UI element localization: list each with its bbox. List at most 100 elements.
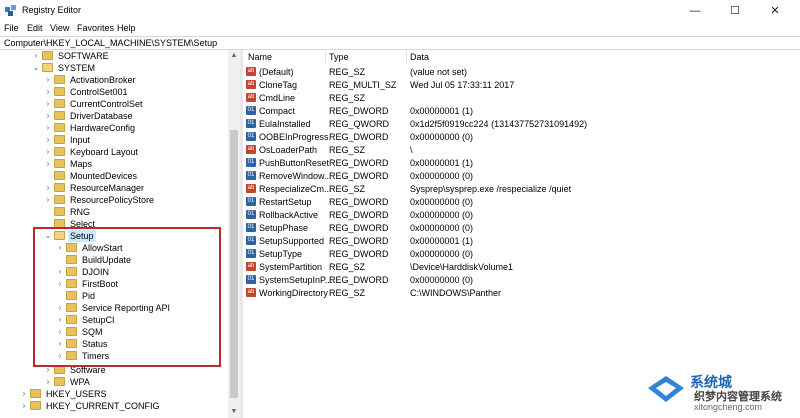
value-name: RollbackActive bbox=[259, 210, 319, 220]
string-value-icon: ab bbox=[246, 67, 256, 76]
watermark-logo-icon bbox=[648, 376, 684, 402]
value-data: 0x00000000 (0) bbox=[410, 171, 474, 181]
value-row[interactable]: 01 EulaInstalled REG_QWORD 0x1d2f5f0919cc22… bbox=[243, 118, 800, 130]
minimize-button[interactable]: — bbox=[675, 0, 715, 22]
scroll-thumb[interactable] bbox=[230, 130, 238, 398]
chevron-down-icon[interactable]: ⌄ bbox=[32, 62, 40, 74]
chevron-right-icon[interactable]: › bbox=[44, 146, 52, 158]
folder-icon bbox=[42, 51, 53, 60]
value-row[interactable]: 01 Compact REG_DWORD 0x00000001 (1) bbox=[243, 105, 800, 117]
value-type: REG_DWORD bbox=[329, 106, 389, 116]
value-row[interactable]: 01 RollbackActive REG_DWORD 0x00000000 (0) bbox=[243, 209, 800, 221]
folder-icon bbox=[54, 207, 65, 216]
maximize-button[interactable]: ☐ bbox=[715, 0, 755, 22]
binary-value-icon: 01 bbox=[246, 158, 256, 167]
value-type: REG_DWORD bbox=[329, 210, 389, 220]
value-row[interactable]: ab CmdLine REG_SZ bbox=[243, 92, 800, 104]
tree-item-label: SYSTEM bbox=[58, 63, 96, 73]
chevron-right-icon[interactable]: › bbox=[44, 182, 52, 194]
value-data: 0x00000000 (0) bbox=[410, 223, 474, 233]
folder-icon bbox=[54, 123, 65, 132]
chevron-right-icon[interactable]: › bbox=[44, 194, 52, 206]
close-button[interactable]: ✕ bbox=[755, 0, 795, 22]
chevron-right-icon[interactable]: › bbox=[44, 86, 52, 98]
value-name: RestartSetup bbox=[259, 197, 312, 207]
value-row[interactable]: 01 OOBEInProgress REG_DWORD 0x00000000 (0) bbox=[243, 131, 800, 143]
value-row[interactable]: ab (Default) REG_SZ (value not set) bbox=[243, 66, 800, 78]
binary-value-icon: 01 bbox=[246, 197, 256, 206]
value-type: REG_SZ bbox=[329, 184, 366, 194]
column-header-data[interactable]: Data bbox=[410, 52, 429, 62]
value-data: 0x00000001 (1) bbox=[410, 236, 474, 246]
chevron-right-icon[interactable]: › bbox=[20, 388, 28, 400]
tree-scrollbar[interactable]: ▲ ▼ bbox=[228, 50, 240, 418]
menu-file[interactable]: File bbox=[4, 23, 19, 33]
chevron-right-icon[interactable]: › bbox=[44, 98, 52, 110]
value-row[interactable]: 01 SetupPhase REG_DWORD 0x00000000 (0) bbox=[243, 222, 800, 234]
value-data: 0x00000000 (0) bbox=[410, 132, 474, 142]
value-data: \Device\HarddiskVolume1 bbox=[410, 262, 514, 272]
menu-bar: File Edit View Favorites Help bbox=[0, 22, 800, 36]
value-row[interactable]: 01 SystemSetupInP... REG_DWORD 0x00000000 (… bbox=[243, 274, 800, 286]
column-divider[interactable] bbox=[325, 50, 326, 64]
value-row[interactable]: 01 RestartSetup REG_DWORD 0x00000000 (0) bbox=[243, 196, 800, 208]
value-data: 0x00000001 (1) bbox=[410, 158, 474, 168]
folder-icon bbox=[30, 401, 41, 410]
value-type: REG_SZ bbox=[329, 67, 366, 77]
value-type: REG_DWORD bbox=[329, 223, 389, 233]
binary-value-icon: 01 bbox=[246, 119, 256, 128]
menu-help[interactable]: Help bbox=[117, 23, 136, 33]
folder-icon bbox=[54, 377, 65, 386]
value-name: SetupSupported bbox=[259, 236, 325, 246]
value-row[interactable]: ab OsLoaderPath REG_SZ \ bbox=[243, 144, 800, 156]
value-name: (Default) bbox=[259, 67, 294, 77]
scroll-down-arrow-icon[interactable]: ▼ bbox=[228, 406, 240, 418]
chevron-right-icon[interactable]: › bbox=[44, 376, 52, 388]
tree-expander bbox=[44, 206, 52, 218]
value-row[interactable]: ab CloneTag REG_MULTI_SZ Wed Jul 05 17:33:1… bbox=[243, 79, 800, 91]
value-data: Sysprep\sysprep.exe /respecialize /quiet bbox=[410, 184, 572, 194]
value-name: SetupPhase bbox=[259, 223, 309, 233]
value-row[interactable]: 01 RemoveWindow... REG_DWORD 0x00000000 (0) bbox=[243, 170, 800, 182]
menu-view[interactable]: View bbox=[50, 23, 69, 33]
address-path[interactable]: Computer\HKEY_LOCAL_MACHINE\SYSTEM\Setup bbox=[4, 38, 217, 48]
value-data: 0x00000000 (0) bbox=[410, 275, 474, 285]
menu-edit[interactable]: Edit bbox=[27, 23, 43, 33]
string-value-icon: ab bbox=[246, 93, 256, 102]
tree-item-label: HardwareConfig bbox=[70, 123, 136, 133]
address-bar[interactable]: Computer\HKEY_LOCAL_MACHINE\SYSTEM\Setup bbox=[0, 36, 800, 50]
value-name: CmdLine bbox=[259, 93, 296, 103]
value-data: (value not set) bbox=[410, 67, 468, 77]
value-row[interactable]: 01 SetupType REG_DWORD 0x00000000 (0) bbox=[243, 248, 800, 260]
value-row[interactable]: 01 PushButtonReset REG_DWORD 0x00000001 (1) bbox=[243, 157, 800, 169]
binary-value-icon: 01 bbox=[246, 171, 256, 180]
folder-icon bbox=[30, 389, 41, 398]
value-data: 0x00000000 (0) bbox=[410, 210, 474, 220]
chevron-right-icon[interactable]: › bbox=[44, 134, 52, 146]
scroll-up-arrow-icon[interactable]: ▲ bbox=[228, 50, 240, 62]
chevron-right-icon[interactable]: › bbox=[44, 122, 52, 134]
value-row[interactable]: 01 SetupSupported REG_DWORD 0x00000001 (1) bbox=[243, 235, 800, 247]
value-type: REG_SZ bbox=[329, 262, 366, 272]
value-data: 0x1d2f5f0919cc224 (131437752731091492) bbox=[410, 119, 588, 129]
value-row[interactable]: ab SystemPartition REG_SZ \Device\HarddiskV… bbox=[243, 261, 800, 273]
value-row[interactable]: ab WorkingDirectory REG_SZ C:\WINDOWS\Panth… bbox=[243, 287, 800, 299]
column-header-name[interactable]: Name bbox=[248, 52, 272, 62]
folder-icon bbox=[54, 159, 65, 168]
tree-item-label: HKEY_CURRENT_CONFIG bbox=[46, 401, 160, 411]
chevron-right-icon[interactable]: › bbox=[44, 158, 52, 170]
value-data: \ bbox=[410, 145, 413, 155]
column-header-type[interactable]: Type bbox=[329, 52, 349, 62]
value-data: C:\WINDOWS\Panther bbox=[410, 288, 502, 298]
value-row[interactable]: ab RespecializeCm... REG_SZ Sysprep\sysprep… bbox=[243, 183, 800, 195]
column-divider[interactable] bbox=[406, 50, 407, 64]
chevron-right-icon[interactable]: › bbox=[20, 400, 28, 412]
binary-value-icon: 01 bbox=[246, 236, 256, 245]
binary-value-icon: 01 bbox=[246, 106, 256, 115]
chevron-right-icon[interactable]: › bbox=[44, 110, 52, 122]
menu-favorites[interactable]: Favorites bbox=[77, 23, 114, 33]
chevron-right-icon[interactable]: › bbox=[32, 50, 40, 62]
folder-open-icon bbox=[42, 63, 53, 72]
chevron-right-icon[interactable]: › bbox=[44, 74, 52, 86]
tree-item-label: DriverDatabase bbox=[70, 111, 133, 121]
